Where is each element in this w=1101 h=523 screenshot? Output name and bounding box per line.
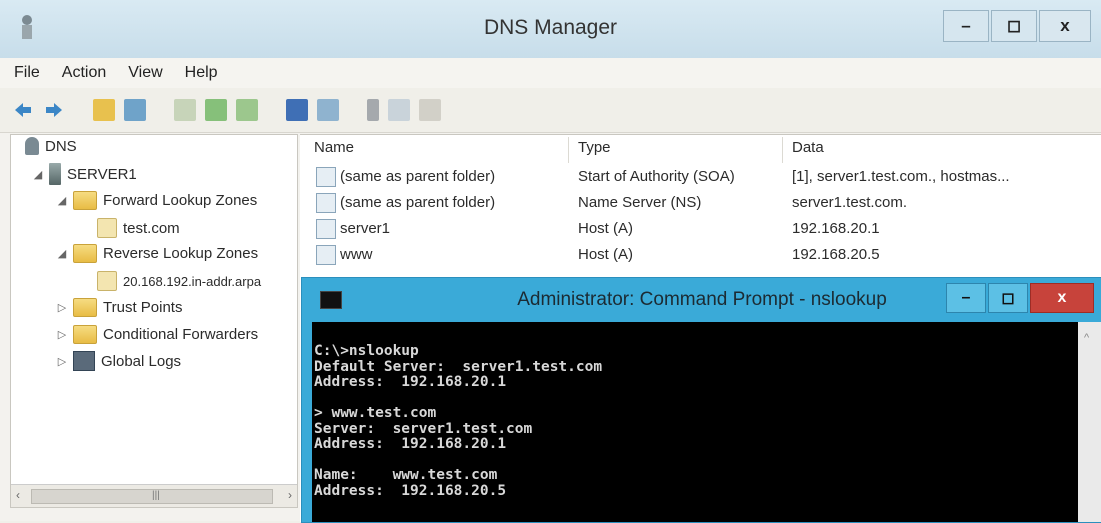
column-header-type[interactable]: Type [578, 139, 611, 156]
record-icon [316, 167, 336, 187]
tree-item-label: Forward Lookup Zones [103, 192, 258, 209]
record-name: (same as parent folder) [340, 168, 496, 185]
record-type: Name Server (NS) [578, 194, 702, 211]
folder-icon [73, 191, 97, 210]
console-output-area[interactable]: C:\>nslookup Default Server: server1.tes… [312, 322, 1078, 522]
tree-item-label: test.com [123, 219, 180, 237]
record-row[interactable]: server1 Host (A) 192.168.20.1 [300, 217, 1101, 241]
tree-item-dns[interactable]: DNS [25, 137, 77, 155]
cmd-title-bar[interactable]: Administrator: Command Prompt - nslookup… [302, 278, 1101, 322]
tree-item-conditional-forwarders[interactable]: ▷ Conditional Forwarders [57, 325, 258, 344]
menu-bar: File Action View Help [0, 58, 1101, 88]
zone-icon [97, 218, 117, 238]
console-tree: DNS ◢ SERVER1 ◢ Forward Lookup Zones tes… [10, 134, 298, 508]
cmd-close-button[interactable]: x [1030, 283, 1094, 313]
record-data: 192.168.20.5 [792, 246, 880, 263]
tree-item-label: Trust Points [103, 299, 183, 316]
vertical-scrollbar[interactable]: ^ [1078, 322, 1101, 522]
show-hide-tree-icon[interactable] [124, 99, 146, 121]
up-folder-icon[interactable] [93, 99, 115, 121]
help-icon[interactable] [286, 99, 308, 121]
record-icon [316, 245, 336, 265]
menu-help[interactable]: Help [185, 64, 218, 82]
record-row[interactable]: (same as parent folder) Name Server (NS)… [300, 191, 1101, 215]
record-data: 192.168.20.1 [792, 220, 880, 237]
command-prompt-window[interactable]: Administrator: Command Prompt - nslookup… [301, 277, 1101, 523]
server-icon [49, 163, 61, 185]
console-text: C:\>nslookup Default Server: server1.tes… [314, 343, 603, 499]
tree-item-trust-points[interactable]: ▷ Trust Points [57, 298, 182, 317]
dns-node-icon [25, 137, 39, 155]
tree-item-label: SERVER1 [67, 165, 137, 183]
horizontal-scrollbar[interactable]: ‹ ||| › [11, 484, 297, 507]
tree-item-label: Global Logs [101, 352, 182, 370]
scroll-left-icon[interactable]: ‹ [16, 488, 20, 502]
tree-item-reverse-zone[interactable]: 20.168.192.in-addr.arpa [97, 271, 261, 291]
forward-arrow-icon[interactable] [43, 99, 65, 121]
record-icon [316, 193, 336, 213]
properties-icon[interactable] [174, 99, 196, 121]
window-title: DNS Manager [483, 16, 618, 39]
record-row[interactable]: www Host (A) 192.168.20.5 [300, 243, 1101, 267]
zone-icon [97, 271, 117, 291]
record-type: Host (A) [578, 220, 634, 237]
record-type: Host (A) [578, 246, 634, 263]
record-data: [1], server1.test.com., hostmas... [792, 168, 1010, 185]
tree-item-global-logs[interactable]: ▷ Global Logs [57, 351, 181, 371]
record-name: server1 [340, 220, 391, 237]
export-list-icon[interactable] [236, 99, 258, 121]
menu-view[interactable]: View [128, 64, 162, 82]
folder-icon [73, 244, 97, 263]
record-name: www [340, 246, 373, 263]
tree-item-server1[interactable]: ◢ SERVER1 [33, 163, 137, 185]
menu-file[interactable]: File [14, 64, 40, 82]
tree-item-label: DNS [45, 137, 77, 155]
collapse-arrow-icon[interactable]: ▷ [57, 355, 67, 368]
toolbar [0, 88, 1101, 133]
collapse-arrow-icon[interactable]: ▷ [57, 301, 67, 314]
maximize-button[interactable]: ◻ [991, 10, 1037, 42]
record-type: Start of Authority (SOA) [578, 168, 735, 185]
collapse-arrow-icon[interactable]: ▷ [57, 328, 67, 341]
close-button[interactable]: x [1039, 10, 1091, 42]
scroll-up-icon[interactable]: ^ [1084, 332, 1089, 344]
record-name: (same as parent folder) [340, 194, 496, 211]
title-bar[interactable]: DNS Manager – ◻ x [0, 0, 1101, 58]
records-icon[interactable] [388, 99, 410, 121]
cmd-minimize-button[interactable]: – [946, 283, 986, 313]
console-view-icon[interactable] [317, 99, 339, 121]
record-row[interactable]: (same as parent folder) Start of Authori… [300, 165, 1101, 189]
folder-icon [73, 298, 97, 317]
refresh-icon[interactable] [205, 99, 227, 121]
tree-item-label: Conditional Forwarders [103, 326, 259, 343]
expand-arrow-icon[interactable]: ◢ [33, 168, 43, 181]
scrollbar-thumb[interactable]: ||| [31, 489, 273, 504]
scroll-right-icon[interactable]: › [288, 488, 292, 502]
column-header-name[interactable]: Name [314, 139, 354, 156]
back-arrow-icon[interactable] [12, 99, 34, 121]
expand-arrow-icon[interactable]: ◢ [57, 194, 67, 207]
column-header-data[interactable]: Data [792, 139, 824, 156]
record-icon [316, 219, 336, 239]
tree-item-label: 20.168.192.in-addr.arpa [123, 273, 262, 289]
server-icon[interactable] [367, 99, 379, 121]
log-icon [73, 351, 95, 371]
menu-action[interactable]: Action [62, 64, 106, 82]
tree-item-forward-lookup-zones[interactable]: ◢ Forward Lookup Zones [57, 191, 257, 210]
zone-record-icon[interactable] [419, 99, 441, 121]
tree-item-label: Reverse Lookup Zones [103, 245, 259, 262]
minimize-button[interactable]: – [943, 10, 989, 42]
cmd-maximize-button[interactable]: ◻ [988, 283, 1028, 313]
tree-item-reverse-lookup-zones[interactable]: ◢ Reverse Lookup Zones [57, 244, 258, 263]
folder-icon [73, 325, 97, 344]
tree-item-test-com[interactable]: test.com [97, 218, 180, 238]
record-data: server1.test.com. [792, 194, 908, 211]
expand-arrow-icon[interactable]: ◢ [57, 247, 67, 260]
